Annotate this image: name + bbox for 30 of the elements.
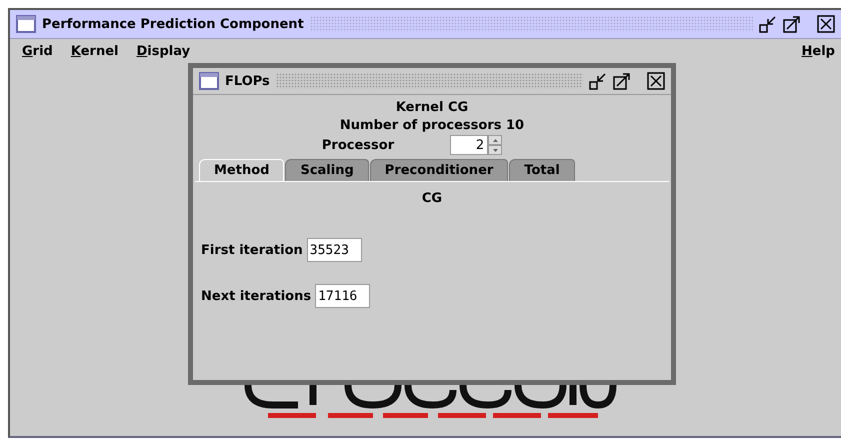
menu-item[interactable]: Help — [802, 44, 835, 58]
maximize-icon[interactable] — [783, 15, 801, 33]
tab[interactable]: Method — [199, 159, 284, 181]
menu-item[interactable]: Grid — [22, 44, 53, 58]
menu-item[interactable]: Display — [136, 44, 190, 58]
window-title: Performance Prediction Component — [42, 16, 304, 32]
field-label: First iteration — [201, 242, 303, 258]
tab[interactable]: Scaling — [285, 159, 369, 181]
window-title: FLOPs — [225, 74, 270, 88]
processor-count-label: Number of processors 10 — [340, 117, 524, 135]
minimize-icon[interactable] — [759, 15, 777, 33]
value-field[interactable]: 35523 — [306, 238, 362, 262]
spin-down-button[interactable] — [488, 145, 502, 155]
window-icon — [199, 72, 219, 90]
value-field[interactable]: 17116 — [315, 284, 370, 308]
field-label: Next iterations — [201, 288, 312, 304]
processor-label: Processor — [322, 138, 394, 152]
kernel-label: Kernel CG — [396, 99, 468, 117]
window-icon — [16, 15, 36, 33]
tab[interactable]: Preconditioner — [370, 159, 508, 181]
down-arrow-icon — [492, 148, 498, 152]
close-icon[interactable] — [817, 15, 835, 33]
method-label: CG — [422, 190, 442, 208]
tab[interactable]: Total — [509, 159, 575, 181]
menu-item[interactable]: Kernel — [70, 44, 118, 58]
minimize-icon[interactable] — [589, 72, 607, 90]
close-icon[interactable] — [647, 72, 665, 90]
maximize-icon[interactable] — [613, 72, 631, 90]
spin-up-button[interactable] — [488, 135, 502, 145]
up-arrow-icon — [492, 138, 498, 142]
